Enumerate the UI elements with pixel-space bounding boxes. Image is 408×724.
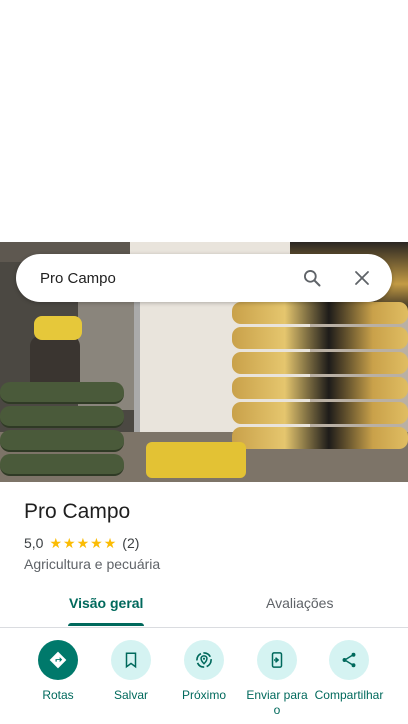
rating-row[interactable]: 5,0 ★ ★ ★ ★ ★ (2) bbox=[24, 535, 139, 551]
tab-reviews[interactable]: Avaliações bbox=[266, 595, 333, 611]
nearby-button[interactable]: Próximo bbox=[164, 640, 244, 703]
search-bar[interactable]: Pro Campo bbox=[16, 254, 392, 302]
tab-overview[interactable]: Visão geral bbox=[69, 595, 143, 611]
send-to-phone-label: Enviar para o bbox=[246, 688, 308, 717]
place-title: Pro Campo bbox=[24, 500, 131, 523]
bookmark-icon bbox=[111, 640, 151, 680]
photo-yellow-bags bbox=[146, 442, 246, 478]
nearby-label: Próximo bbox=[181, 688, 226, 702]
save-label: Salvar bbox=[113, 688, 148, 702]
photo-green-sacks bbox=[0, 382, 124, 482]
place-category: Agricultura e pecuária bbox=[24, 556, 161, 572]
directions-icon bbox=[38, 640, 78, 680]
star-icon: ★ bbox=[90, 535, 103, 551]
tab-indicator bbox=[68, 623, 144, 626]
action-bar: Rotas Salvar Próximo Enviar para o Compa… bbox=[0, 640, 408, 724]
send-to-phone-button[interactable]: Enviar para o bbox=[237, 640, 317, 718]
close-icon[interactable] bbox=[350, 266, 374, 290]
star-icon: ★ bbox=[49, 535, 63, 551]
share-button[interactable]: Compartilhar bbox=[309, 640, 389, 703]
star-icon: ★ bbox=[63, 535, 76, 551]
review-count: (2) bbox=[122, 535, 140, 551]
search-icon[interactable] bbox=[300, 266, 324, 290]
search-input[interactable]: Pro Campo bbox=[40, 270, 300, 287]
tab-bar: Visão geral Avaliações bbox=[0, 585, 408, 628]
star-icon: ★ bbox=[76, 535, 90, 551]
share-icon bbox=[329, 640, 369, 680]
star-rating: ★ ★ ★ ★ ★ bbox=[49, 536, 116, 550]
star-icon: ★ bbox=[103, 535, 117, 551]
share-label: Compartilhar bbox=[314, 688, 384, 702]
directions-label: Rotas bbox=[42, 688, 74, 702]
photo-yellow-sack bbox=[34, 316, 82, 340]
nearby-icon bbox=[184, 640, 224, 680]
save-button[interactable]: Salvar bbox=[91, 640, 171, 703]
rating-value: 5,0 bbox=[24, 535, 44, 551]
photo-gold-sacks bbox=[232, 302, 408, 482]
directions-button[interactable]: Rotas bbox=[18, 640, 98, 703]
send-to-phone-icon bbox=[257, 640, 297, 680]
